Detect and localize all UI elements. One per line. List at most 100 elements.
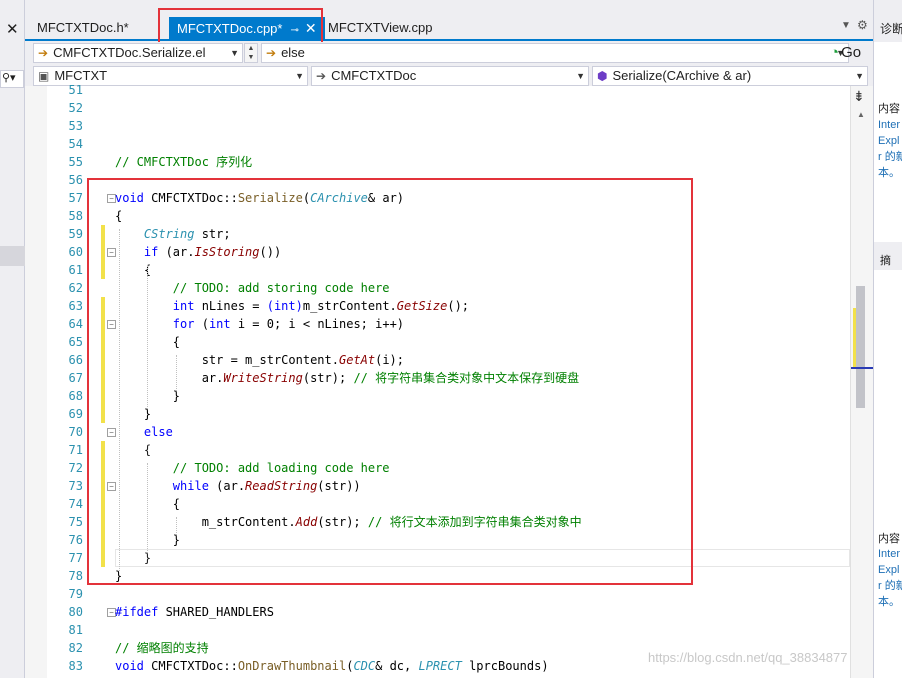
scope-spinner[interactable]: ▲ ▼ [244,43,258,63]
code-token: { [115,443,152,457]
split-view-icon[interactable]: ⇟ [853,88,865,105]
document-tab-bar: MFCTXTDoc.h* MFCTXTDoc.cpp* ⊸ ✕ MFCTXTView… [25,0,873,42]
code-text: // 缩略图的支持 [115,639,209,657]
block-combo[interactable]: ➔ else ▼ [261,43,849,63]
code-text: if (ar.IsStoring()) [115,243,281,261]
close-icon[interactable]: ✕ [6,20,19,38]
code-token: { [115,209,123,223]
vertical-scrollbar[interactable]: ⇟ ▲ [850,86,873,678]
tab-dropdown-icon[interactable]: ▼ [841,20,851,31]
code-line[interactable]: 59 CString str; [25,225,850,243]
code-line[interactable]: 79 [25,585,850,603]
code-token: (); [447,299,470,313]
go-button[interactable]: ◔ Go [830,43,872,63]
code-line[interactable]: 70− else [25,423,850,441]
code-line[interactable]: 58 { [25,207,850,225]
scrollbar-thumb[interactable] [856,286,865,408]
code-line[interactable]: 57− void CMFCTXTDoc::Serialize(CArchive& … [25,189,850,207]
search-input[interactable]: ⚲▾ [0,70,24,88]
function-combo-value: CMFCTXTDoc.Serialize.el [53,45,206,60]
scroll-up-icon[interactable]: ▲ [857,110,865,119]
code-token: str; [194,227,231,241]
code-text: { [115,261,151,279]
content-link[interactable]: Inter [878,117,900,133]
selected-item-strip[interactable] [0,246,25,266]
code-line[interactable]: 68 } [25,387,850,405]
code-text: ar.WriteString(str); // 将字符串集合类对象中文本保存到硬… [115,369,579,387]
code-line[interactable]: 54 [25,135,850,153]
change-bar [101,297,105,423]
content-link[interactable]: 本。 [878,165,900,181]
content-heading: 内容 [878,103,900,115]
code-line[interactable]: 63 int nLines = (int)m_strContent.GetSiz… [25,297,850,315]
go-icon: ◔ [830,44,840,61]
code-token: { [115,263,152,277]
code-line[interactable]: 75 m_strContent.Add(str); // 将行文本添加到字符串集… [25,513,850,531]
code-token: // 将字符串集合类对象中文本保存到硬盘 [353,371,580,385]
content-link[interactable]: Expl [878,562,899,578]
content-link[interactable]: 本。 [878,594,900,610]
code-token: str = m_strContent. [115,353,339,367]
line-number: 64 [68,317,83,331]
code-line[interactable]: 66 str = m_strContent.GetAt(i); [25,351,850,369]
code-line[interactable]: 53 [25,117,850,135]
tab-mfctxtdoc-cpp[interactable]: MFCTXTDoc.cpp* ⊸ ✕ [169,17,325,39]
code-token: CDC [353,659,376,673]
panel-title: 诊断 [880,22,902,36]
tab-mfctxtview-cpp[interactable]: MFCTXTView.cpp [320,17,441,39]
line-number: 81 [68,623,83,637]
content-heading: 内容 [878,533,900,545]
line-number: 83 [68,659,83,673]
code-text: // TODO: add loading code here [115,459,390,477]
code-token: (i); [375,353,404,367]
code-line[interactable]: 65 { [25,333,850,351]
code-line[interactable]: 67 ar.WriteString(str); // 将字符串集合类对象中文本保… [25,369,850,387]
code-text: for (int i = 0; i < nLines; i++) [115,315,404,333]
code-line[interactable]: 62 // TODO: add storing code here [25,279,850,297]
code-line[interactable]: 73− while (ar.ReadString(str)) [25,477,850,495]
panel-content-bottom: 内容 Inter Expl r 的新 本。 [874,270,902,678]
content-link[interactable]: r 的新 [878,149,902,165]
indent-guide [147,265,148,409]
tab-mfctxtdoc-h[interactable]: MFCTXTDoc.h* [29,17,137,39]
code-text: int nLines = (int)m_strContent.GetSize()… [115,297,469,315]
indent-guide [119,229,120,571]
code-line[interactable]: 76 } [25,531,850,549]
code-line[interactable]: 56 [25,171,850,189]
code-line[interactable]: 81 [25,621,850,639]
line-number: 54 [68,137,83,151]
code-line[interactable]: 69 } [25,405,850,423]
content-link[interactable]: Expl [878,133,899,149]
pin-icon[interactable]: ⊸ [290,25,298,36]
code-line[interactable]: 60− if (ar.IsStoring()) [25,243,850,261]
code-line[interactable]: 61 { [25,261,850,279]
gear-icon[interactable]: ⚙ [857,18,868,32]
line-number: 65 [68,335,83,349]
function-combo[interactable]: ➔ CMFCTXTDoc.Serialize.el ▼ [33,43,243,63]
go-label: Go [841,44,862,61]
code-token: WriteString [223,371,303,385]
code-line[interactable]: 55 // CMFCTXTDoc 序列化 [25,153,850,171]
indent-guide [176,355,177,391]
code-line[interactable]: 78} [25,567,850,585]
code-token: } [115,407,152,421]
summary-tab[interactable]: 摘 [880,252,891,268]
code-editor[interactable]: 51 52 53 54 55 // CMFCTXTDoc 序列化 56 57− void CMF… [25,83,850,678]
code-token: CMFCTXTDoc:: [143,659,238,673]
line-number: 70 [68,425,83,439]
code-line[interactable]: 72 // TODO: add loading code here [25,459,850,477]
panel-content-top: 内容 Inter Expl r 的新 本。 [874,42,902,242]
code-line[interactable]: 64− for (int i = 0; i < nLines; i++) [25,315,850,333]
code-token: & ar) [367,191,405,205]
code-line[interactable]: 71 { [25,441,850,459]
code-token: ( [194,317,209,331]
code-line[interactable]: 80− #ifdef SHARED_HANDLERS [25,603,850,621]
line-number: 51 [68,83,83,97]
code-line[interactable]: 51 [25,81,850,99]
code-token: Serialize [237,191,303,205]
code-line[interactable]: 52 [25,99,850,117]
code-line[interactable]: 74 { [25,495,850,513]
content-link[interactable]: r 的新 [878,578,902,594]
close-tab-icon[interactable]: ✕ [305,20,317,36]
content-link[interactable]: Inter [878,546,900,562]
